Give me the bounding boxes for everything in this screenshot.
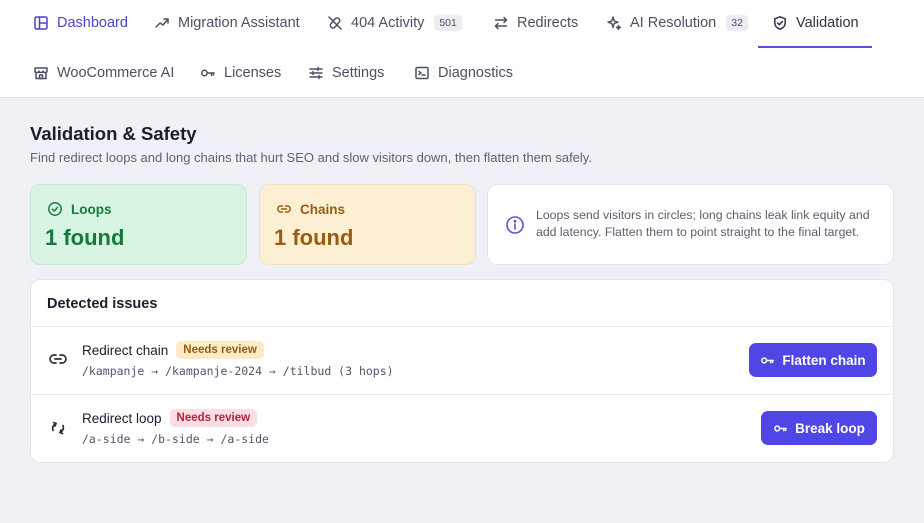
nav-ai-badge: 32 xyxy=(726,15,748,31)
loops-stat-label: Loops xyxy=(71,201,112,217)
store-icon xyxy=(34,67,48,80)
break-loop-button[interactable]: Break loop xyxy=(761,411,877,445)
nav-settings-label: Settings xyxy=(332,65,385,81)
nav-diagnostics-label: Diagnostics xyxy=(438,65,513,81)
nav-migration-assistant[interactable]: Migration Assistant xyxy=(154,13,300,33)
page-subtitle: Find redirect loops and long chains that… xyxy=(30,150,592,165)
issue-loop-path: /a-side → /b-side → /a-side xyxy=(82,432,269,446)
nav-validation-label: Validation xyxy=(796,15,859,31)
nav-woocommerce-ai[interactable]: WooCommerce AI xyxy=(33,63,174,83)
check-circle-icon xyxy=(48,202,62,216)
issue-loop-title-row: Redirect loop Needs review xyxy=(82,409,258,427)
nav-redirects[interactable]: Redirects xyxy=(493,13,578,33)
trending-up-icon xyxy=(155,18,169,28)
info-text: Loops send visitors in circles; long cha… xyxy=(536,208,870,239)
issue-chain-path: /kampanje → /kampanje-2024 → /tilbud (3 … xyxy=(82,364,394,378)
issue-loop-status-badge: Needs review xyxy=(169,409,258,427)
flatten-chain-button[interactable]: Flatten chain xyxy=(749,343,877,377)
nav-migration-assistant-label: Migration Assistant xyxy=(178,15,300,31)
link-icon xyxy=(277,205,291,213)
nav-licenses-label: Licenses xyxy=(224,65,282,81)
top-navigation: Dashboard Migration Assistant 404 Activi… xyxy=(0,0,924,98)
issue-loop-title: Redirect loop xyxy=(82,410,162,426)
key-icon xyxy=(761,356,775,364)
link-off-icon xyxy=(328,16,342,30)
nav-ai-resolution-label: AI Resolution xyxy=(630,15,717,31)
link-icon xyxy=(49,354,67,364)
sparkles-icon xyxy=(607,16,622,31)
issue-chain-status-badge: Needs review xyxy=(176,341,264,359)
issues-row-divider xyxy=(31,394,893,395)
loops-stat-value: 1 found xyxy=(45,225,125,250)
nav-dashboard-label: Dashboard xyxy=(57,15,128,31)
shield-check-icon xyxy=(774,16,786,30)
terminal-icon xyxy=(415,66,429,80)
issues-title: Detected issues xyxy=(47,296,158,312)
issues-header-divider xyxy=(31,326,893,327)
layout-icon xyxy=(34,16,48,30)
loops-stat-label-row: Loops xyxy=(47,201,112,217)
nav-woocommerce-ai-label: WooCommerce AI xyxy=(57,65,175,81)
detected-issues-card: Detected issues Redirect chain Needs rev… xyxy=(30,279,894,463)
refresh-icon xyxy=(51,421,65,435)
chains-stat-label: Chains xyxy=(300,201,346,217)
nav-validation[interactable]: Validation xyxy=(772,13,859,33)
nav-404-badge: 501 xyxy=(434,15,462,31)
sliders-icon xyxy=(309,66,323,80)
chains-stat-label-row: Chains xyxy=(276,201,345,217)
nav-licenses[interactable]: Licenses xyxy=(200,63,281,83)
issue-chain-title: Redirect chain xyxy=(82,342,169,358)
nav-ai-resolution[interactable]: AI Resolution 32 xyxy=(606,13,748,33)
page-title: Validation & Safety xyxy=(30,123,197,144)
arrows-left-right-icon xyxy=(494,16,508,30)
key-icon xyxy=(774,424,787,432)
flatten-chain-label: Flatten chain xyxy=(782,352,866,368)
info-icon xyxy=(506,216,524,234)
chains-stat-card: Chains 1 found xyxy=(259,184,476,265)
break-loop-label: Break loop xyxy=(795,420,865,436)
nav-settings[interactable]: Settings xyxy=(308,63,384,83)
active-tab-indicator xyxy=(758,46,872,48)
nav-diagnostics[interactable]: Diagnostics xyxy=(414,63,513,83)
info-card: Loops send visitors in circles; long cha… xyxy=(487,184,894,265)
issue-chain-title-row: Redirect chain Needs review xyxy=(82,341,264,359)
nav-redirects-label: Redirects xyxy=(517,15,579,31)
nav-404-activity[interactable]: 404 Activity 501 xyxy=(327,13,462,33)
key-icon xyxy=(201,69,215,77)
nav-404-activity-label: 404 Activity xyxy=(351,15,425,31)
nav-dashboard[interactable]: Dashboard xyxy=(33,13,128,33)
loops-stat-card: Loops 1 found xyxy=(30,184,247,265)
chains-stat-value: 1 found xyxy=(274,225,354,250)
